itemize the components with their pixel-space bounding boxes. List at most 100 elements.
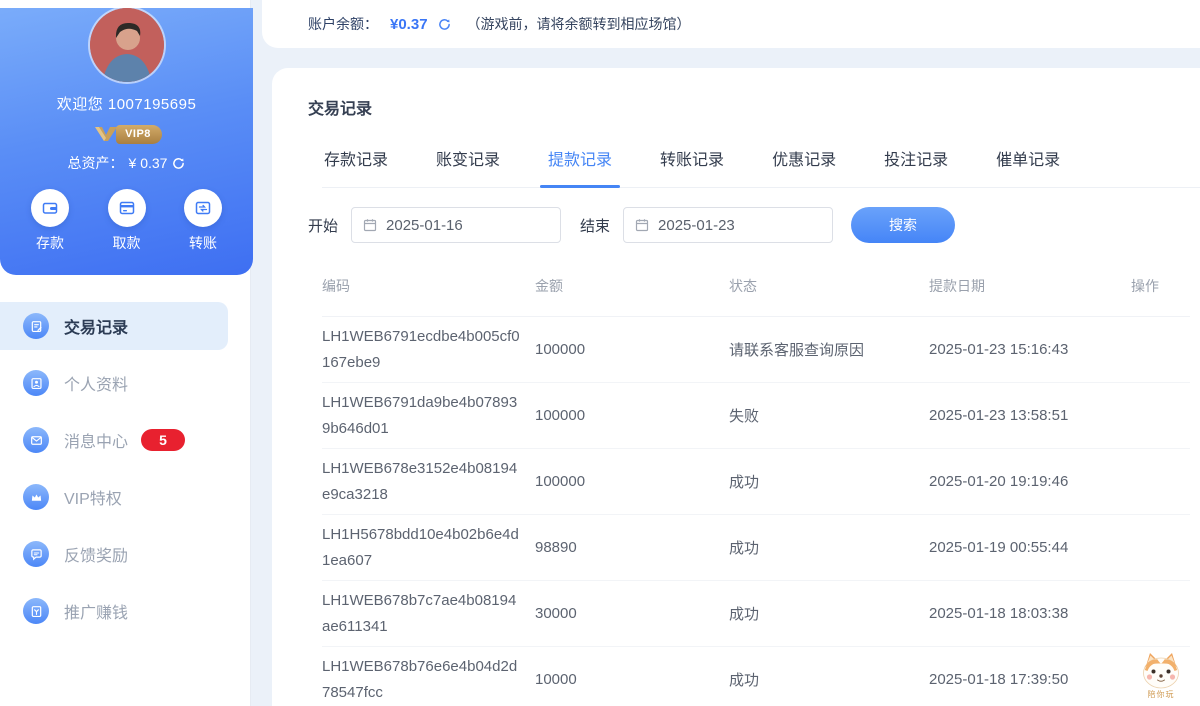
cell-date: 2025-01-23 15:16:43 bbox=[929, 341, 1131, 358]
cell-status: 请联系客服查询原因 bbox=[729, 339, 929, 360]
quick-actions: 存款 取款 转账 bbox=[0, 189, 253, 253]
chat-icon bbox=[23, 541, 49, 567]
withdraw-card-icon bbox=[118, 199, 136, 217]
table-row: LH1WEB6791ecdbe4b005cf0167ebe9 100000 请联… bbox=[322, 317, 1190, 383]
cell-code: LH1WEB6791da9be4b078939b646d01 bbox=[322, 383, 522, 448]
avatar[interactable] bbox=[90, 8, 164, 82]
table-header: 编码 金额 状态 提款日期 操作 bbox=[322, 276, 1190, 317]
cell-date: 2025-01-18 18:03:38 bbox=[929, 605, 1131, 622]
tabs-bar: 存款记录 账变记录 提款记录 转账记录 优惠记录 投注记录 催单记录 bbox=[322, 146, 1200, 188]
table-row: LH1WEB6791da9be4b078939b646d01 100000 失败… bbox=[322, 383, 1190, 449]
sidebar-item-feedback[interactable]: 反馈奖励 bbox=[0, 530, 228, 578]
deposit-wallet-icon bbox=[41, 199, 59, 217]
cell-amount: 100000 bbox=[535, 407, 729, 424]
col-status: 状态 bbox=[729, 276, 929, 296]
cell-date: 2025-01-23 13:58:51 bbox=[929, 407, 1131, 424]
vip-badge: VIP8 bbox=[0, 124, 253, 144]
deposit-button[interactable]: 存款 bbox=[22, 189, 78, 253]
transfer-button[interactable]: 转账 bbox=[175, 189, 231, 253]
end-date-label: 结束 bbox=[580, 215, 610, 236]
sidebar-item-profile[interactable]: 个人资料 bbox=[0, 359, 228, 407]
cell-amount: 30000 bbox=[535, 605, 729, 622]
shiba-dog-icon bbox=[1138, 650, 1184, 690]
tab-withdrawal-records[interactable]: 提款记录 bbox=[546, 146, 614, 170]
promotion-icon bbox=[23, 598, 49, 624]
calendar-icon bbox=[363, 218, 377, 232]
cell-status: 成功 bbox=[729, 603, 929, 624]
assets-label: 总资产： bbox=[68, 153, 124, 173]
start-date-input[interactable]: 2025-01-16 bbox=[351, 207, 561, 243]
crown-icon bbox=[23, 484, 49, 510]
cell-code: LH1WEB678b7c7ae4b08194ae611341 bbox=[322, 581, 522, 646]
mascot-caption: 陪你玩 bbox=[1135, 689, 1187, 700]
cell-amount: 100000 bbox=[535, 473, 729, 490]
tab-reminder-records[interactable]: 催单记录 bbox=[994, 146, 1062, 170]
welcome-text: 欢迎您 1007195695 bbox=[0, 93, 253, 114]
cell-amount: 100000 bbox=[535, 341, 729, 358]
assets-value: ¥ 0.37 bbox=[129, 155, 168, 171]
total-assets: 总资产： ¥ 0.37 bbox=[0, 153, 253, 173]
cell-amount: 10000 bbox=[535, 671, 729, 688]
deposit-label: 存款 bbox=[22, 233, 78, 253]
sidebar-item-messages[interactable]: 消息中心 5 bbox=[0, 416, 228, 464]
table-row: LH1WEB678b7c7ae4b08194ae611341 30000 成功 … bbox=[322, 581, 1190, 647]
col-action: 操作 bbox=[1131, 276, 1190, 296]
unread-count-badge: 5 bbox=[141, 429, 185, 451]
avatar-image bbox=[90, 8, 164, 82]
cell-date: 2025-01-20 19:19:46 bbox=[929, 473, 1131, 490]
sidebar-item-label: 交易记录 bbox=[64, 314, 128, 338]
tab-account-change-records[interactable]: 账变记录 bbox=[434, 146, 502, 170]
table-row: LH1H5678bdd10e4b02b6e4d1ea607 98890 成功 2… bbox=[322, 515, 1190, 581]
cell-status: 失败 bbox=[729, 405, 929, 426]
calendar-icon bbox=[635, 218, 649, 232]
end-date-value: 2025-01-23 bbox=[658, 217, 735, 234]
sidebar-item-vip[interactable]: VIP特权 bbox=[0, 473, 228, 521]
balance-label: 账户余额： bbox=[308, 14, 378, 34]
cell-date: 2025-01-19 00:55:44 bbox=[929, 539, 1131, 556]
balance-refresh-icon[interactable] bbox=[438, 18, 451, 31]
tab-betting-records[interactable]: 投注记录 bbox=[882, 146, 950, 170]
col-code: 编码 bbox=[322, 276, 535, 296]
sidebar-item-label: 消息中心 bbox=[64, 428, 128, 452]
customer-service-mascot[interactable]: 陪你玩 bbox=[1135, 650, 1187, 700]
search-button[interactable]: 搜索 bbox=[851, 207, 955, 243]
sidebar-item-label: VIP特权 bbox=[64, 485, 122, 509]
sidebar: 欢迎您 1007195695 VIP8 总资产： ¥ 0.37 bbox=[0, 0, 251, 706]
col-date: 提款日期 bbox=[929, 276, 1131, 296]
profile-panel: 欢迎您 1007195695 VIP8 总资产： ¥ 0.37 bbox=[0, 8, 253, 275]
start-date-value: 2025-01-16 bbox=[386, 217, 463, 234]
table-row: LH1WEB678b76e6e4b04d2d78547fcc 10000 成功 … bbox=[322, 647, 1190, 706]
cell-status: 成功 bbox=[729, 537, 929, 558]
sidebar-item-label: 推广赚钱 bbox=[64, 599, 128, 623]
cell-code: LH1WEB678e3152e4b08194e9ca3218 bbox=[322, 449, 522, 514]
sidebar-nav: 交易记录 个人资料 消息中心 5 VIP特权 反馈奖励 bbox=[0, 302, 250, 635]
date-filter: 开始 2025-01-16 结束 2025-01-23 搜索 bbox=[308, 207, 1200, 243]
tab-promo-records[interactable]: 优惠记录 bbox=[770, 146, 838, 170]
vip-level-label: VIP8 bbox=[116, 125, 162, 144]
tab-transfer-records[interactable]: 转账记录 bbox=[658, 146, 726, 170]
cell-status: 成功 bbox=[729, 471, 929, 492]
cell-amount: 98890 bbox=[535, 539, 729, 556]
page-title: 交易记录 bbox=[308, 68, 1200, 119]
transfer-label: 转账 bbox=[175, 233, 231, 253]
withdraw-button[interactable]: 取款 bbox=[99, 189, 155, 253]
tab-deposit-records[interactable]: 存款记录 bbox=[322, 146, 390, 170]
withdrawal-table: 编码 金额 状态 提款日期 操作 LH1WEB6791ecdbe4b005cf0… bbox=[322, 276, 1200, 706]
sidebar-item-label: 反馈奖励 bbox=[64, 542, 128, 566]
end-date-input[interactable]: 2025-01-23 bbox=[623, 207, 833, 243]
cell-code: LH1WEB678b76e6e4b04d2d78547fcc bbox=[322, 647, 522, 706]
sidebar-item-label: 个人资料 bbox=[64, 371, 128, 395]
transfer-card-icon bbox=[194, 199, 212, 217]
profile-icon bbox=[23, 370, 49, 396]
refresh-icon[interactable] bbox=[172, 157, 185, 170]
message-icon bbox=[23, 427, 49, 453]
sidebar-item-transaction-records[interactable]: 交易记录 bbox=[0, 302, 228, 350]
withdraw-label: 取款 bbox=[99, 233, 155, 253]
balance-value: ¥0.37 bbox=[390, 16, 428, 33]
sidebar-item-promotion[interactable]: 推广赚钱 bbox=[0, 587, 228, 635]
records-icon bbox=[23, 313, 49, 339]
cell-code: LH1H5678bdd10e4b02b6e4d1ea607 bbox=[322, 515, 522, 580]
main-card: 交易记录 存款记录 账变记录 提款记录 转账记录 优惠记录 投注记录 催单记录 … bbox=[272, 68, 1200, 706]
topbar: 账户余额： ¥0.37 （游戏前，请将余额转到相应场馆） 专属网址： https… bbox=[262, 0, 1200, 48]
balance-note: （游戏前，请将余额转到相应场馆） bbox=[467, 14, 691, 34]
